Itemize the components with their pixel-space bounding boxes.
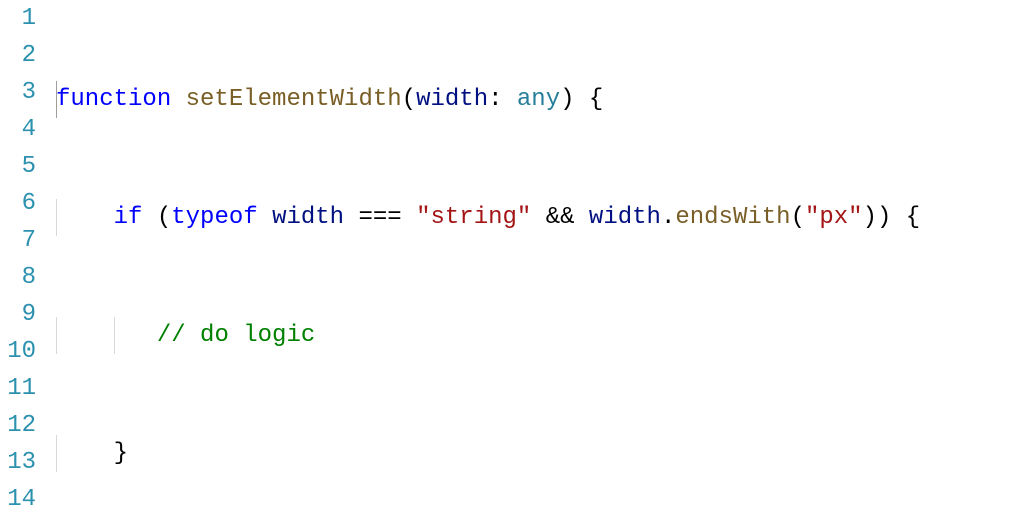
token-function: setElementWidth	[186, 86, 402, 113]
token: .	[661, 204, 675, 231]
token: ===	[344, 204, 416, 231]
line-number: 14	[7, 486, 36, 513]
line-number: 4	[22, 116, 36, 143]
token-keyword: typeof	[171, 204, 257, 231]
code-line[interactable]: if (typeof width === "string" && width.e…	[56, 199, 1023, 236]
code-area[interactable]: function setElementWidth(width: any) { i…	[56, 0, 1023, 529]
line-number: 6	[22, 190, 36, 217]
token-identifier: width	[272, 204, 344, 231]
token-identifier: width	[416, 86, 488, 113]
line-number: 1	[22, 5, 36, 32]
line-number: 5	[22, 153, 36, 180]
line-number: 11	[7, 375, 36, 402]
token-comment: // do logic	[157, 322, 315, 349]
code-line[interactable]: // do logic	[56, 317, 1023, 354]
code-line[interactable]: function setElementWidth(width: any) {	[56, 81, 1023, 118]
line-number: 7	[22, 227, 36, 254]
token	[171, 86, 185, 113]
token: (	[142, 204, 171, 231]
line-number: 9	[22, 301, 36, 328]
line-number: 8	[22, 264, 36, 291]
token: }	[114, 440, 128, 467]
token: )) {	[863, 204, 921, 231]
token	[258, 204, 272, 231]
code-editor: 1 2 3 4 5 6 7 8 9 10 11 12 13 14 functio…	[0, 0, 1023, 529]
token-string: "px"	[805, 204, 863, 231]
token: :	[488, 86, 517, 113]
code-line[interactable]: }	[56, 435, 1023, 472]
token: &&	[531, 204, 589, 231]
token-string: "string"	[416, 204, 531, 231]
line-number: 12	[7, 412, 36, 439]
line-number-gutter: 1 2 3 4 5 6 7 8 9 10 11 12 13 14	[0, 0, 56, 529]
token-keyword: if	[114, 204, 143, 231]
line-number: 10	[7, 338, 36, 365]
token: (	[402, 86, 416, 113]
token-keyword: function	[56, 86, 171, 113]
token: ) {	[560, 86, 603, 113]
line-number: 13	[7, 449, 36, 476]
token-type: any	[517, 86, 560, 113]
line-number: 2	[22, 42, 36, 69]
line-number: 3	[22, 79, 36, 106]
token: (	[791, 204, 805, 231]
token-identifier: width	[589, 204, 661, 231]
token-function: endsWith	[675, 204, 790, 231]
